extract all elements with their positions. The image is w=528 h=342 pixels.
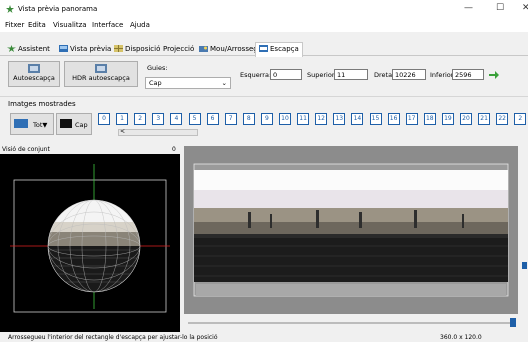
autocrop-button[interactable]: Autoescapça <box>8 61 60 87</box>
image-toggle-10[interactable]: 10 <box>279 113 291 125</box>
image-toggle-18[interactable]: 18 <box>423 113 436 125</box>
tab-layout[interactable]: Disposició <box>111 43 163 56</box>
title-bar: Vista prèvia panorama — ☐ ✕ <box>0 0 528 20</box>
image-toggle-17[interactable]: 17 <box>405 113 418 125</box>
assistant-icon <box>7 45 16 52</box>
slider-thumb[interactable] <box>510 318 516 327</box>
image-toggle-16[interactable]: 16 <box>387 113 400 125</box>
displayed-images-title: Imatges mostrades <box>8 100 76 108</box>
divider <box>0 96 528 97</box>
guides-select-value: Cap <box>149 79 162 87</box>
guides-select[interactable]: Cap ⌄ <box>145 77 231 89</box>
image-toggle-22[interactable]: 22 <box>496 113 509 125</box>
menu-edit[interactable]: Edita <box>28 21 46 29</box>
status-message: Arrossegueu l'interior del rectangle d'e… <box>8 334 218 341</box>
status-fov: 360.0 x 120.0 <box>440 334 482 341</box>
maximize-button[interactable]: ☐ <box>496 3 504 13</box>
image-toggle-14[interactable]: 14 <box>351 113 364 125</box>
image-toggle-1[interactable]: 1 <box>116 113 129 125</box>
close-button[interactable]: ✕ <box>522 3 528 13</box>
scroll-left-icon[interactable]: < <box>120 128 125 135</box>
bottom-input[interactable]: 2596 <box>452 69 484 80</box>
image-toggle-13[interactable]: 13 <box>333 113 346 125</box>
top-label: Superior: <box>307 71 337 79</box>
overview-panel[interactable] <box>0 154 180 332</box>
top-input[interactable]: 11 <box>334 69 368 80</box>
image-toggle-5[interactable]: 5 <box>188 113 201 125</box>
menu-interface[interactable]: Interface <box>92 21 123 29</box>
image-toggle-12[interactable]: 12 <box>315 113 328 125</box>
show-none-label: Cap <box>75 121 88 129</box>
tab-crop-label: Escapça <box>270 45 299 53</box>
tab-projection[interactable]: Projecció <box>160 43 197 56</box>
image-toggle-7[interactable]: 7 <box>224 113 237 125</box>
horizontal-fov-slider[interactable] <box>184 318 518 328</box>
show-all-button[interactable]: Tot▼ <box>10 113 54 135</box>
window-title: Vista prèvia panorama <box>18 5 98 13</box>
image-toggle-8[interactable]: 8 <box>242 113 255 125</box>
image-buttons-scrollbar[interactable]: < <box>118 128 198 136</box>
image-toggle-23[interactable]: 2 <box>514 113 527 125</box>
image-toggle-2[interactable]: 2 <box>134 113 147 125</box>
show-none-icon <box>60 119 72 128</box>
sphere-preview <box>10 164 170 313</box>
tab-bar: Assistent Vista prèvia Disposició Projec… <box>0 42 528 57</box>
image-toggle-20[interactable]: 20 <box>460 113 472 125</box>
image-toggle-19[interactable]: 19 <box>441 113 454 125</box>
image-toggle-0[interactable]: 0 <box>98 113 110 125</box>
show-all-label: Tot▼ <box>33 121 48 129</box>
image-toggle-15[interactable]: 15 <box>369 113 382 125</box>
image-toggle-6[interactable]: 6 <box>206 113 219 125</box>
app-icon <box>6 5 14 13</box>
crop-toolbar: Autoescapça HDR autoescapça Guies: Cap ⌄… <box>2 57 528 95</box>
show-none-button[interactable]: Cap <box>56 113 92 135</box>
tab-assistant[interactable]: Assistent <box>4 43 53 56</box>
tab-preview-label: Vista prèvia <box>70 45 112 53</box>
apply-arrow-icon[interactable] <box>488 69 500 81</box>
chevron-down-icon: ⌄ <box>221 79 227 87</box>
menu-help[interactable]: Ajuda <box>130 21 150 29</box>
image-toggle-3[interactable]: 3 <box>152 113 165 125</box>
tab-preview[interactable]: Vista prèvia <box>56 43 114 56</box>
layout-icon <box>114 45 123 52</box>
tab-assistant-label: Assistent <box>18 45 50 53</box>
crop-image-icon <box>28 64 40 73</box>
image-toggle-9[interactable]: 9 <box>260 113 273 125</box>
slider-track <box>188 322 510 324</box>
tab-projection-label: Projecció <box>163 45 195 53</box>
vertical-fov-slider-thumb[interactable] <box>522 262 527 269</box>
menu-file[interactable]: Fitxer <box>5 21 24 29</box>
overview-header: Visió de conjunt 0 <box>0 146 180 154</box>
autocrop-label: Autoescapça <box>13 74 55 82</box>
overview-title: Visió de conjunt <box>2 146 50 153</box>
sphere-image <box>48 200 140 292</box>
hdr-crop-image-icon <box>95 64 107 73</box>
menu-view[interactable]: Visualitza <box>53 21 87 29</box>
panorama-preview-panel[interactable] <box>184 146 518 314</box>
preview-icon <box>59 45 68 52</box>
tab-crop[interactable]: Escapça <box>255 42 303 57</box>
menu-bar: Fitxer Edita Visualitza Interface Ajuda <box>0 20 528 32</box>
hdr-autocrop-label: HDR autoescapça <box>72 74 130 82</box>
minimize-button[interactable]: — <box>464 3 473 13</box>
image-toggle-11[interactable]: 11 <box>297 113 310 125</box>
left-input[interactable]: 0 <box>270 69 302 80</box>
guides-label: Guies: <box>147 64 168 72</box>
hdr-autocrop-button[interactable]: HDR autoescapça <box>64 61 138 87</box>
overview-index: 0 <box>172 146 176 153</box>
show-all-icon <box>14 119 28 128</box>
right-input[interactable]: 10226 <box>392 69 426 80</box>
status-bar: Arrossegueu l'interior del rectangle d'e… <box>0 334 528 342</box>
image-toggle-21[interactable]: 21 <box>478 113 491 125</box>
tab-layout-label: Disposició <box>125 45 161 53</box>
panorama-image <box>184 146 518 314</box>
drag-icon <box>199 46 208 52</box>
left-label: Esquerra: <box>240 71 272 79</box>
crop-icon <box>259 45 268 52</box>
image-toggle-4[interactable]: 4 <box>170 113 183 125</box>
